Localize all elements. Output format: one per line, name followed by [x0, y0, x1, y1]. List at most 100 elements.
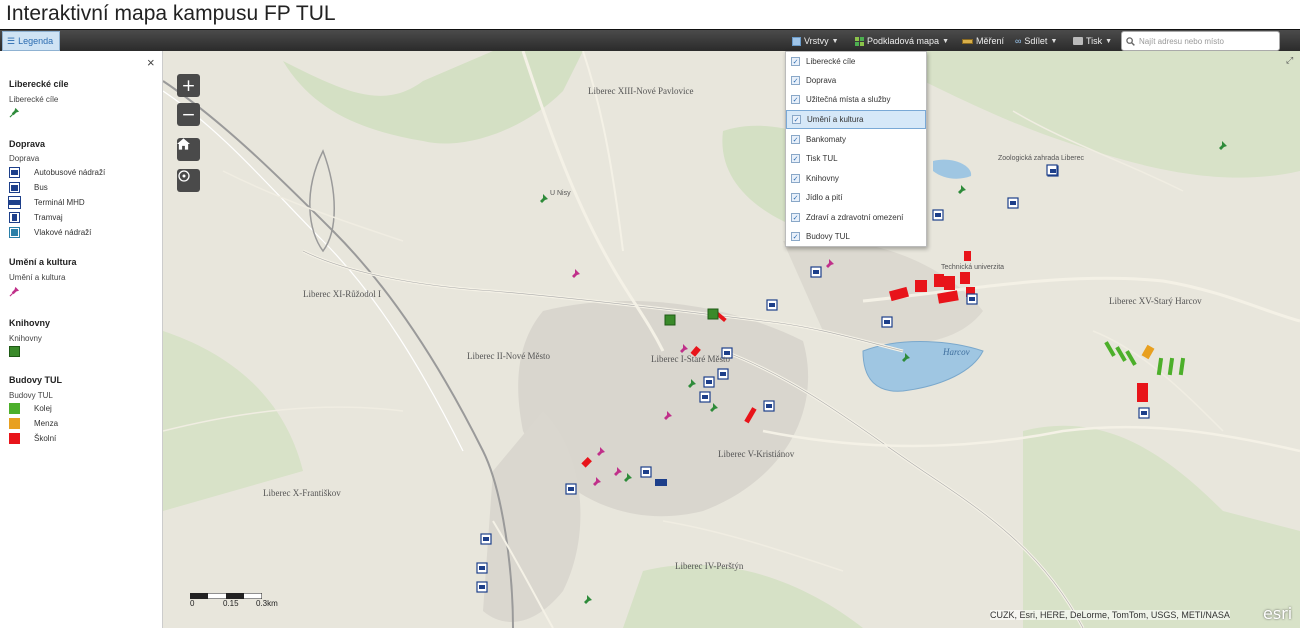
- legend-toggle-button[interactable]: ☰ Legenda: [2, 31, 60, 51]
- legend-group-title: Liberecké cíle: [9, 79, 69, 89]
- search-input[interactable]: [1139, 36, 1279, 46]
- print-button[interactable]: Tisk ▼: [1073, 30, 1112, 52]
- share-button[interactable]: ∞ Sdílet ▼: [1015, 30, 1057, 52]
- expand-icon[interactable]: ⤢: [1286, 55, 1293, 66]
- legend-item-label: Autobusové nádraží: [34, 168, 106, 177]
- checkbox-icon[interactable]: ✓: [791, 154, 800, 163]
- locate-icon: [178, 170, 190, 182]
- legend-toggle-label: Legenda: [18, 36, 54, 46]
- basemap-grid-icon: [855, 36, 864, 46]
- layer-item-label: Knihovny: [806, 174, 839, 183]
- legend-item: Terminál MHD: [8, 196, 85, 209]
- layer-item-label: Budovy TUL: [806, 232, 850, 241]
- share-label: Sdílet: [1024, 36, 1048, 46]
- printer-icon: [1073, 37, 1083, 45]
- legend-item-label: Bus: [34, 183, 48, 192]
- bus-station-icon: [9, 167, 20, 178]
- legend-group-sub: Liberecké cíle: [9, 95, 59, 104]
- library-icon: [9, 346, 20, 357]
- layers-button[interactable]: Vrstvy ▼: [792, 30, 839, 52]
- toolbar: ☰ Legenda Vrstvy ▼ Podkladová mapa ▼ Měř…: [0, 29, 1300, 51]
- print-label: Tisk: [1086, 36, 1103, 46]
- layer-item-active[interactable]: ✓ Umění a kultura: [786, 110, 926, 129]
- legend-item-label: Vlakové nádraží: [34, 228, 92, 237]
- place-label: Zoologická zahrada Liberec: [998, 155, 1084, 162]
- layer-item[interactable]: ✓ Užitečná místa a služby: [786, 90, 926, 109]
- layer-item-label: Zdraví a zdravotní omezení: [806, 213, 904, 222]
- checkbox-icon[interactable]: ✓: [791, 135, 800, 144]
- checkbox-icon[interactable]: ✓: [791, 213, 800, 222]
- legend-item-label: Kolej: [34, 404, 52, 413]
- layer-item[interactable]: ✓ Tisk TUL: [786, 149, 926, 168]
- checkbox-icon[interactable]: ✓: [791, 174, 800, 183]
- home-icon: [177, 138, 190, 150]
- legend-item: Bus: [9, 182, 48, 193]
- menza-swatch: [9, 418, 20, 429]
- legend-group-sub: Doprava: [9, 154, 40, 163]
- place-label: Liberec XV-Starý Harcov: [1109, 296, 1202, 306]
- legend-item: Tramvaj: [9, 212, 63, 223]
- checkbox-icon[interactable]: ✓: [791, 232, 800, 241]
- checkbox-icon[interactable]: ✓: [791, 95, 800, 104]
- close-icon[interactable]: ×: [147, 55, 155, 70]
- legend-group-title: Umění a kultura: [9, 257, 77, 267]
- basemap: [163, 51, 1300, 628]
- place-label: U Nisy: [550, 190, 571, 197]
- zoom-out-button[interactable]: −: [177, 103, 200, 126]
- legend-group-title: Doprava: [9, 139, 46, 149]
- place-label: Liberec I-Staré Město: [651, 354, 730, 364]
- basemap-button[interactable]: Podkladová mapa ▼: [855, 30, 949, 52]
- place-label: Liberec XI-Růžodol I: [303, 289, 381, 299]
- legend-item-label: Terminál MHD: [34, 198, 85, 207]
- layer-item-label: Umění a kultura: [807, 115, 864, 124]
- locate-button[interactable]: [177, 169, 200, 192]
- legend-item-label: Tramvaj: [34, 213, 63, 222]
- zoom-in-button[interactable]: +: [177, 74, 200, 97]
- layer-item[interactable]: ✓ Jídlo a pití: [786, 188, 926, 207]
- layer-item[interactable]: ✓ Knihovny: [786, 169, 926, 188]
- place-label: Liberec X-Františkov: [263, 488, 341, 498]
- checkbox-icon[interactable]: ✓: [792, 115, 801, 124]
- place-label: Technická univerzita: [941, 264, 1005, 271]
- place-label: Liberec XIII-Nové Pavlovice: [588, 86, 694, 96]
- layers-dropdown: ✓ Liberecké cíle ✓ Doprava ✓ Užitečná místa…: [785, 51, 927, 247]
- checkbox-icon[interactable]: ✓: [791, 76, 800, 85]
- layer-item[interactable]: ✓ Zdraví a zdravotní omezení: [786, 208, 926, 227]
- measure-button[interactable]: Měření: [962, 30, 1004, 52]
- pushpin-icon: [9, 107, 20, 118]
- layer-item[interactable]: ✓ Liberecké cíle: [786, 52, 926, 71]
- checkbox-icon[interactable]: ✓: [791, 57, 800, 66]
- legend-item-label: Školní: [34, 434, 57, 443]
- legend-group-title: Knihovny: [9, 318, 51, 328]
- checkbox-icon[interactable]: ✓: [791, 193, 800, 202]
- place-label: Harcov: [943, 347, 970, 357]
- layer-item-label: Liberecké cíle: [806, 57, 856, 66]
- layer-item[interactable]: ✓ Doprava: [786, 71, 926, 90]
- layer-item[interactable]: ✓ Bankomaty: [786, 130, 926, 149]
- train-station-icon: [9, 227, 20, 238]
- link-icon: ∞: [1015, 36, 1022, 46]
- legend-item: Menza: [9, 418, 58, 429]
- scale-label-zero: 0: [190, 599, 195, 608]
- basemap-label: Podkladová mapa: [867, 36, 940, 46]
- skolni-swatch: [9, 433, 20, 444]
- legend-group-sub: Knihovny: [9, 334, 42, 343]
- home-button[interactable]: [177, 138, 200, 161]
- legend-item: Školní: [9, 433, 56, 444]
- legend-item: [9, 346, 20, 357]
- legend-item: [9, 107, 20, 118]
- layer-item[interactable]: ✓ Budovy TUL: [786, 227, 926, 246]
- caret-down-icon: ▼: [1050, 37, 1058, 45]
- legend-group-sub: Budovy TUL: [9, 391, 53, 400]
- esri-logo: esri: [1263, 604, 1293, 623]
- layers-icon: [792, 36, 801, 46]
- layer-item-label: Užitečná místa a služby: [806, 95, 891, 104]
- place-label: Liberec V-Kristiánov: [718, 449, 795, 459]
- legend-group-title: Budovy TUL: [9, 375, 62, 385]
- tram-icon: [9, 212, 20, 223]
- kolej-swatch: [9, 403, 20, 414]
- place-label: Liberec II-Nové Město: [467, 351, 550, 361]
- scale-label-end: 0.3km: [256, 599, 278, 608]
- mhd-terminal-icon: [8, 196, 21, 209]
- map-canvas[interactable]: Liberec XIII-Nové Pavlovice Liberec XI-R…: [163, 51, 1300, 628]
